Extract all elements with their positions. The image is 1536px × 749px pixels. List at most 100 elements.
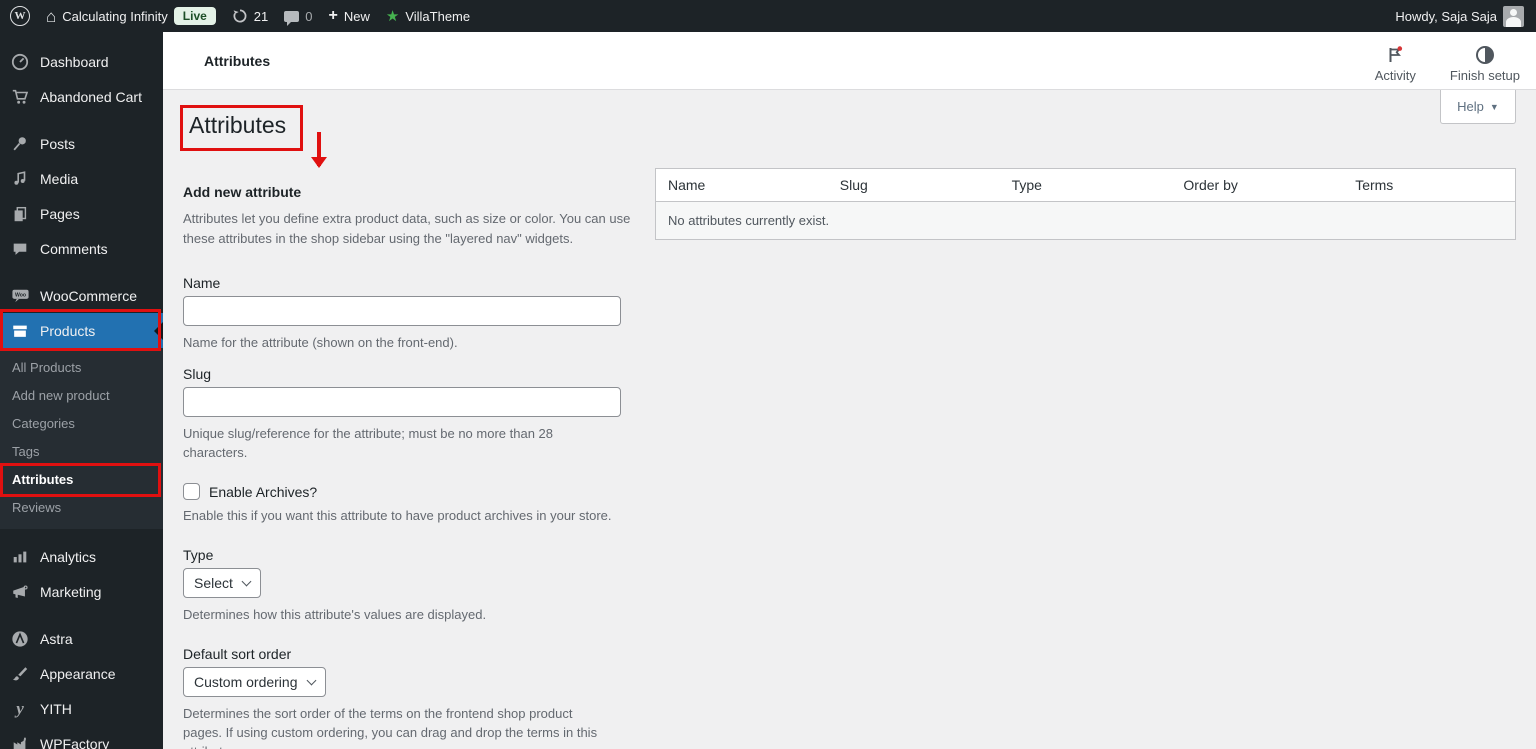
wordpress-admin: W ⌂ Calculating Infinity Live 21 0 + New — [0, 0, 1536, 749]
sidebar-item-label: Appearance — [40, 665, 116, 682]
sidebar-item-pages[interactable]: Pages — [0, 196, 163, 231]
sidebar-separator — [0, 609, 163, 621]
help-tab[interactable]: Help ▼ — [1440, 90, 1516, 124]
sort-label: Default sort order — [183, 646, 292, 662]
svg-text:Woo: Woo — [14, 293, 25, 299]
sort-select-value: Custom ordering — [194, 674, 298, 690]
update-icon — [232, 8, 248, 24]
sidebar-item-abandoned-cart[interactable]: Abandoned Cart — [0, 79, 163, 114]
type-select[interactable]: Select — [183, 568, 261, 598]
megaphone-icon — [10, 583, 30, 601]
page-content: Help ▼ Attributes Add new attribute Attr… — [163, 90, 1536, 749]
sidebar-item-posts[interactable]: Posts — [0, 126, 163, 161]
avatar — [1503, 5, 1524, 27]
slug-input[interactable] — [183, 387, 621, 417]
type-label: Type — [183, 547, 214, 563]
form-intro: Attributes let you define extra product … — [183, 211, 631, 246]
sidebar-item-label: Media — [40, 170, 79, 187]
new-content-link[interactable]: + New — [329, 8, 370, 24]
slug-label: Slug — [183, 366, 212, 382]
submenu-item-tags[interactable]: Tags — [0, 437, 163, 465]
astra-icon — [10, 630, 30, 648]
comment-bubble-icon — [284, 10, 300, 26]
sidebar-item-label: Products — [40, 322, 96, 339]
active-menu-arrow — [145, 321, 163, 340]
live-badge: Live — [173, 7, 216, 25]
page-title: Attributes — [189, 112, 287, 138]
sort-help: Determines the sort order of the terms o… — [183, 706, 598, 749]
villatheme-link[interactable]: ★ VillaTheme — [386, 9, 470, 24]
main-area: Attributes Activity Finish setup Help ▼ … — [163, 32, 1536, 749]
sidebar-item-label: Abandoned Cart — [40, 88, 142, 105]
finish-setup-label: Finish setup — [1449, 67, 1520, 83]
column-header-terms: Terms — [1343, 169, 1515, 202]
sidebar-item-yith[interactable]: y YITH — [0, 691, 163, 726]
empty-message: No attributes currently exist. — [656, 201, 1515, 239]
sidebar-item-label: Posts — [40, 135, 76, 152]
sidebar-item-label: Analytics — [40, 548, 97, 565]
attributes-table: Name Slug Type Order by Terms No attribu… — [655, 168, 1516, 240]
sidebar-item-appearance[interactable]: Appearance — [0, 656, 163, 691]
sidebar-item-marketing[interactable]: Marketing — [0, 574, 163, 609]
updates-link[interactable]: 21 — [232, 8, 268, 24]
sidebar-item-media[interactable]: Media — [0, 161, 163, 196]
sidebar-item-label: Astra — [40, 630, 73, 647]
sort-field-group: Default sort order Custom ordering Deter… — [183, 646, 653, 749]
enable-archives-checkbox[interactable] — [183, 483, 200, 500]
archives-help: Enable this if you want this attribute t… — [183, 508, 612, 523]
admin-sidebar: Dashboard Abandoned Cart Posts Media Pag… — [0, 32, 163, 749]
sidebar-item-dashboard[interactable]: Dashboard — [0, 44, 163, 79]
chevron-down-icon: ▼ — [1489, 101, 1499, 112]
update-count: 21 — [253, 8, 269, 24]
sidebar-item-label: WooCommerce — [40, 287, 137, 304]
breadcrumb: Attributes — [204, 52, 271, 69]
comments-link[interactable]: 0 — [284, 9, 313, 26]
submenu-item-all-products[interactable]: All Products — [0, 353, 163, 381]
red-annotation-arrow — [311, 132, 327, 168]
type-help: Determines how this attribute's values a… — [183, 607, 487, 622]
chevron-down-icon — [241, 576, 252, 586]
help-label: Help — [1457, 99, 1484, 114]
star-icon: ★ — [385, 7, 400, 25]
submenu-item-categories[interactable]: Categories — [0, 409, 163, 437]
yith-icon: y — [16, 698, 24, 718]
finish-setup-icon — [1475, 45, 1495, 65]
villatheme-label: VillaTheme — [405, 8, 471, 24]
brush-icon — [10, 665, 30, 683]
name-input[interactable] — [183, 296, 621, 326]
submenu-item-attributes[interactable]: Attributes — [0, 465, 163, 493]
sidebar-item-label: Dashboard — [40, 53, 109, 70]
sidebar-item-label: Pages — [40, 205, 80, 222]
activity-button[interactable]: Activity — [1375, 39, 1416, 83]
sidebar-separator — [0, 114, 163, 126]
home-icon: ⌂ — [46, 6, 57, 26]
submenu-item-add-new-product[interactable]: Add new product — [0, 381, 163, 409]
plus-icon: + — [328, 7, 338, 24]
archives-label: Enable Archives? — [209, 483, 318, 500]
type-field-group: Type Select Determines how this attribut… — [183, 547, 653, 624]
analytics-icon — [10, 548, 30, 566]
submenu-item-reviews[interactable]: Reviews — [0, 493, 163, 521]
account-menu[interactable]: Howdy, Saja Saja — [1395, 5, 1524, 27]
sidebar-item-analytics[interactable]: Analytics — [0, 539, 163, 574]
site-name: Calculating Infinity — [62, 8, 168, 24]
site-name-link[interactable]: ⌂ Calculating Infinity Live — [46, 7, 216, 25]
slug-field-group: Slug Unique slug/reference for the attri… — [183, 366, 653, 462]
sidebar-item-astra[interactable]: Astra — [0, 621, 163, 656]
sidebar-item-products[interactable]: Products — [0, 313, 163, 348]
wordpress-logo-icon[interactable]: W — [10, 6, 30, 26]
sidebar-item-label: YITH — [40, 700, 72, 717]
sort-select[interactable]: Custom ordering — [183, 667, 326, 697]
woocommerce-icon: Woo — [10, 286, 30, 305]
sidebar-separator — [0, 266, 163, 278]
sidebar-item-comments[interactable]: Comments — [0, 231, 163, 266]
sidebar-item-wpfactory[interactable]: WPFactory — [0, 726, 163, 749]
finish-setup-button[interactable]: Finish setup — [1450, 39, 1520, 83]
name-field-group: Name Name for the attribute (shown on th… — [183, 275, 653, 352]
sidebar-item-label: Comments — [40, 240, 108, 257]
cart-icon — [10, 88, 30, 106]
products-submenu: All Products Add new product Categories … — [0, 348, 163, 529]
sidebar-item-woocommerce[interactable]: Woo WooCommerce — [0, 278, 163, 313]
sidebar-separator — [0, 529, 163, 539]
column-header-slug: Slug — [827, 169, 1000, 202]
